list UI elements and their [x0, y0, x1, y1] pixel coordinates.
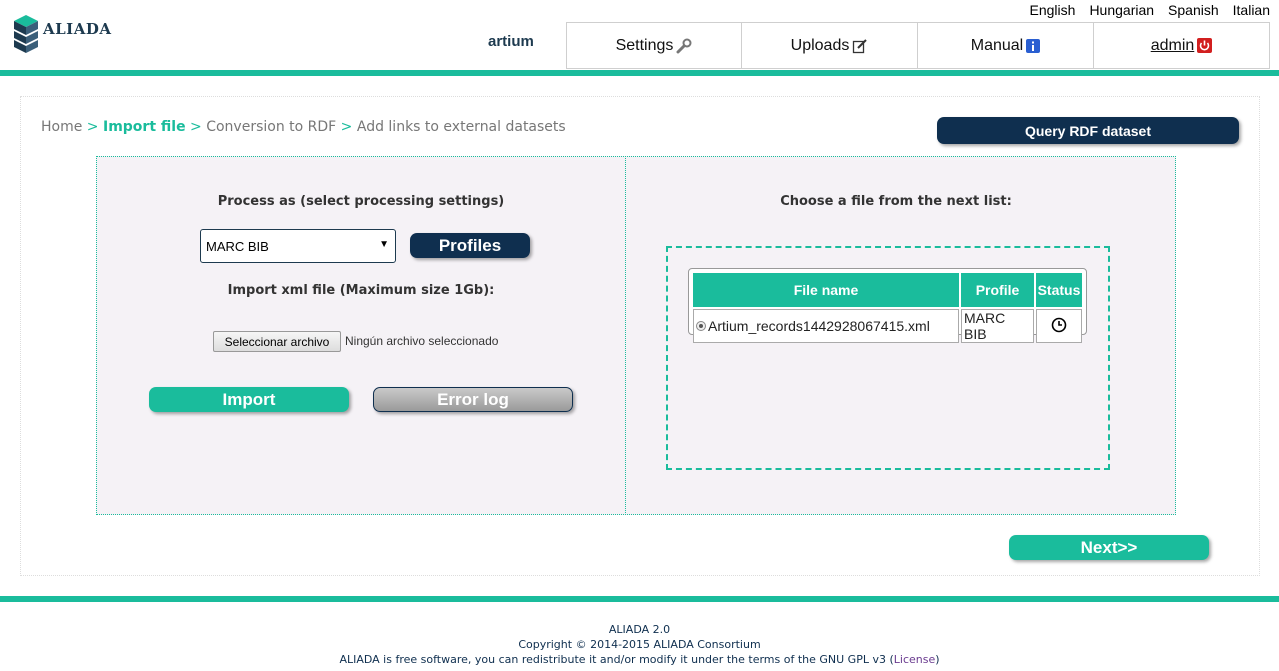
nav-settings[interactable]: Settings	[566, 22, 742, 69]
footer-version: ALIADA 2.0	[608, 623, 671, 636]
file-table: File name Profile Status Artium_records1…	[691, 271, 1084, 345]
aliada-logo[interactable]: ALIADA	[12, 12, 112, 56]
license-link[interactable]: License	[894, 653, 935, 666]
lang-hungarian[interactable]: Hungarian	[1089, 2, 1154, 18]
workspace-divider	[625, 156, 626, 515]
nav-admin-label: admin	[1150, 36, 1195, 54]
header-accent-bar	[0, 70, 1279, 76]
file-name-text: Artium_records1442928067415.xml	[708, 318, 930, 334]
language-selector: English Hungarian Spanish Italian	[1030, 2, 1270, 18]
wrench-icon	[676, 38, 692, 54]
status-cell	[1036, 309, 1082, 343]
header: ALIADA English Hungarian Spanish Italian…	[0, 0, 1279, 70]
nav-uploads-label: Uploads	[790, 36, 850, 54]
col-file-name: File name	[693, 273, 959, 307]
profile-cell: MARC BIB	[961, 309, 1034, 343]
breadcrumb-home[interactable]: Home	[41, 119, 82, 135]
footer-license-line: ALIADA is free software, you can redistr…	[0, 652, 1279, 667]
nav-admin[interactable]: admin	[1094, 22, 1270, 69]
file-table-container: File name Profile Status Artium_records1…	[688, 268, 1087, 343]
power-icon[interactable]	[1197, 38, 1213, 53]
breadcrumb-separator: >	[86, 119, 99, 135]
footer: ALIADA 2.0 Copyright © 2014-2015 ALIADA …	[0, 622, 1279, 667]
breadcrumb: Home > Import file > Conversion to RDF >…	[41, 119, 566, 135]
footer-accent-bar	[0, 596, 1279, 602]
profiles-button[interactable]: Profiles	[410, 233, 530, 258]
lang-english[interactable]: English	[1030, 2, 1076, 18]
lang-spanish[interactable]: Spanish	[1168, 2, 1219, 18]
breadcrumb-import-file: Import file	[102, 119, 186, 135]
breadcrumb-add-links: Add links to external datasets	[356, 119, 566, 135]
main-nav: Settings Uploads Manual admin	[566, 22, 1270, 69]
nav-manual[interactable]: Manual	[918, 22, 1094, 69]
nav-uploads[interactable]: Uploads	[742, 22, 918, 69]
logo-cube-icon	[14, 15, 38, 53]
file-radio-button[interactable]	[696, 321, 706, 331]
edit-icon	[852, 38, 868, 54]
table-row[interactable]: Artium_records1442928067415.xml MARC BIB	[693, 309, 1082, 343]
nav-settings-label: Settings	[615, 36, 674, 54]
footer-copyright: Copyright © 2014-2015 ALIADA Consortium	[518, 638, 761, 651]
import-button[interactable]: Import	[149, 387, 349, 412]
lang-italian[interactable]: Italian	[1233, 2, 1270, 18]
col-status: Status	[1036, 273, 1082, 307]
table-header-row: File name Profile Status	[693, 273, 1082, 307]
processing-settings-select[interactable]: MARC BIB ▼	[200, 229, 396, 263]
query-rdf-button[interactable]: Query RDF dataset	[937, 117, 1239, 144]
choose-file-label: Choose a file from the next list:	[780, 194, 1012, 209]
import-xml-label: Import xml file (Maximum size 1Gb):	[227, 283, 495, 298]
process-label: Process as (select processing settings)	[217, 194, 505, 209]
breadcrumb-separator: >	[190, 119, 202, 135]
breadcrumb-separator: >	[340, 119, 353, 135]
current-username: artium	[488, 33, 534, 50]
file-name-cell[interactable]: Artium_records1442928067415.xml	[693, 309, 959, 343]
footer-license-text: ALIADA is free software, you can redistr…	[339, 653, 894, 666]
info-icon	[1026, 38, 1041, 53]
clock-icon	[1051, 317, 1067, 336]
logo-text: ALIADA	[43, 20, 112, 38]
nav-manual-label: Manual	[970, 36, 1024, 54]
choose-file-button[interactable]: Seleccionar archivo	[213, 331, 341, 352]
error-log-button[interactable]: Error log	[373, 387, 573, 412]
next-button[interactable]: Next>>	[1009, 535, 1209, 560]
breadcrumb-conversion: Conversion to RDF	[206, 119, 337, 135]
file-status-text: Ningún archivo seleccionado	[345, 334, 499, 348]
col-profile: Profile	[961, 273, 1034, 307]
processing-settings-value: MARC BIB	[206, 238, 269, 254]
dropdown-arrow-icon: ▼	[379, 239, 389, 250]
footer-license-suffix: )	[935, 653, 940, 666]
